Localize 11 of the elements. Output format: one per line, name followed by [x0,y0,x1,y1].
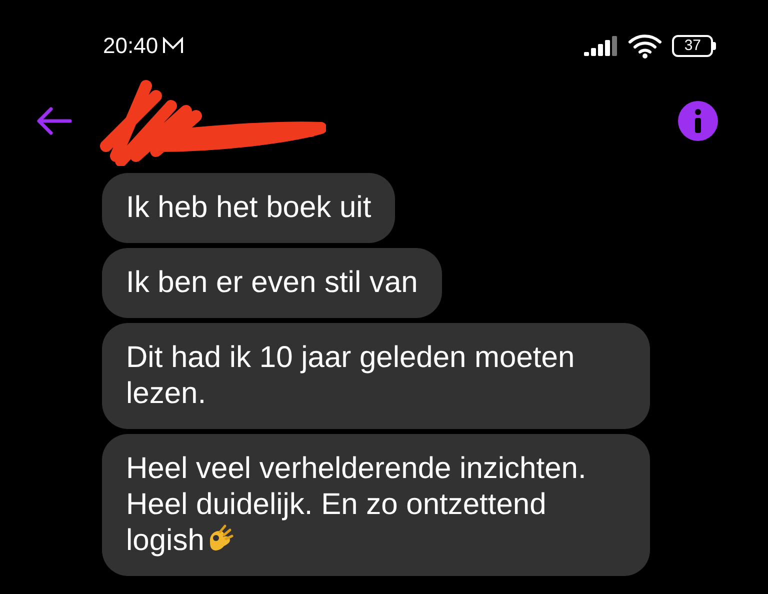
message-bubble: Dit had ik 10 jaar geleden moeten lezen. [102,323,650,429]
info-icon[interactable] [678,100,718,140]
mail-icon [162,37,184,55]
signal-icon [584,36,618,56]
back-arrow-icon[interactable] [36,106,72,134]
message-bubble: Ik heb het boek uit [102,173,396,243]
wifi-icon [628,33,662,59]
battery-indicator: 37 [672,35,716,57]
message-bubble: Heel veel verhelderende inzichten. Heel duidelijk. En zo ontzettend logish [102,434,650,576]
message-bubble: Ik ben er even stil van [102,248,442,318]
status-time: 20:40 [103,33,158,59]
